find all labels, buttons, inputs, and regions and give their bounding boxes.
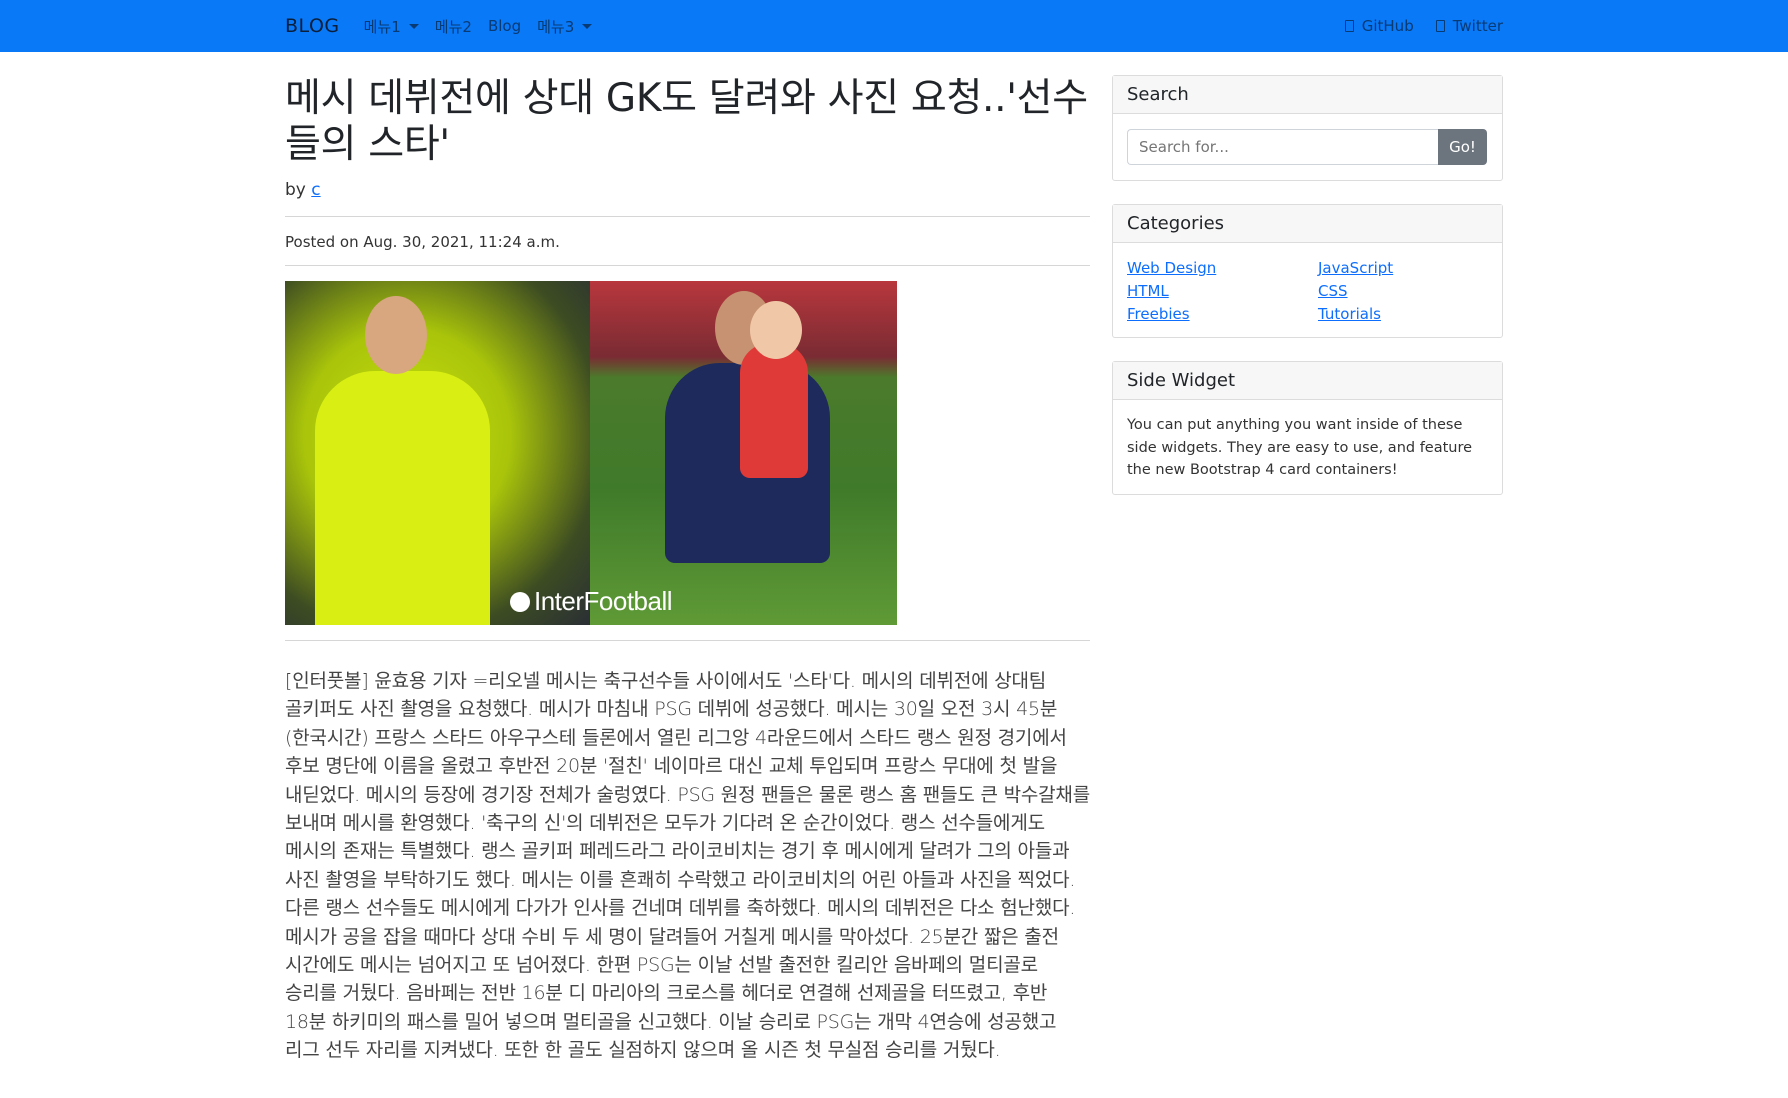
categories-card-header: Categories bbox=[1113, 205, 1502, 243]
nav-menu3-label: 메뉴3 bbox=[537, 17, 575, 36]
child-body bbox=[740, 343, 808, 478]
categories-card: Categories Web Design JavaScript HTML CS… bbox=[1112, 204, 1503, 338]
divider bbox=[285, 640, 1090, 641]
side-widget-card: Side Widget You can put anything you wan… bbox=[1112, 361, 1503, 495]
brand-link[interactable]: BLOG bbox=[285, 15, 340, 37]
search-group: Go! bbox=[1127, 129, 1488, 165]
categories-list: Web Design JavaScript HTML CSS Freebies … bbox=[1127, 258, 1488, 324]
post-title: 메시 데뷔전에 상대 GK도 달려와 사진 요청..'선수들의 스타' bbox=[285, 76, 1088, 167]
navbar-right: GitHub Twitter bbox=[1323, 17, 1503, 35]
interfootball-logo-icon bbox=[510, 592, 530, 612]
messi-photo bbox=[590, 281, 897, 625]
twitter-icon bbox=[1435, 20, 1445, 32]
side-widget-text: You can put anything you want inside of … bbox=[1127, 417, 1473, 478]
divider bbox=[285, 216, 1090, 217]
github-icon bbox=[1344, 20, 1354, 32]
child-head bbox=[750, 301, 802, 359]
nav-twitter-label: Twitter bbox=[1452, 17, 1503, 35]
nav-blog-link[interactable]: Blog bbox=[488, 17, 521, 35]
nav-twitter-link[interactable]: Twitter bbox=[1435, 17, 1503, 35]
byline-prefix: by bbox=[285, 180, 306, 200]
nav-menu1-label: 메뉴1 bbox=[363, 17, 401, 36]
navbar-container: BLOG 메뉴1 메뉴2 Blog 메뉴3 GitHub Twitter bbox=[285, 0, 1503, 52]
nav-github-link[interactable]: GitHub bbox=[1344, 17, 1414, 35]
goalkeeper-jersey bbox=[315, 371, 490, 625]
goalkeeper-head bbox=[365, 296, 427, 374]
category-link-tutorials[interactable]: Tutorials bbox=[1318, 304, 1498, 324]
search-card-body: Go! bbox=[1113, 114, 1502, 180]
side-widget-body: You can put anything you want inside of … bbox=[1113, 400, 1502, 494]
watermark-text: InterFootball bbox=[534, 586, 673, 616]
chevron-down-icon bbox=[582, 23, 593, 29]
search-input[interactable] bbox=[1127, 129, 1438, 165]
post-body: [인터풋볼] 윤효용 기자 =리오넬 메시는 축구선수들 사이에서도 '스타'다… bbox=[285, 670, 1090, 1062]
category-link-javascript[interactable]: JavaScript bbox=[1318, 258, 1498, 278]
author-link[interactable]: c bbox=[311, 180, 320, 200]
category-link-web-design[interactable]: Web Design bbox=[1127, 258, 1318, 278]
nav-menu1-dropdown[interactable]: 메뉴1 bbox=[364, 16, 419, 37]
post-byline: by c bbox=[285, 180, 1090, 200]
chevron-down-icon bbox=[408, 23, 419, 29]
search-card-header: Search bbox=[1113, 76, 1502, 114]
post-date: Posted on Aug. 30, 2021, 11:24 a.m. bbox=[285, 233, 560, 251]
post-main: 메시 데뷔전에 상대 GK도 달려와 사진 요청..'선수들의 스타' by c… bbox=[285, 52, 1090, 1065]
categories-card-body: Web Design JavaScript HTML CSS Freebies … bbox=[1113, 243, 1502, 337]
category-link-freebies[interactable]: Freebies bbox=[1127, 304, 1318, 324]
nav-menu2-link[interactable]: 메뉴2 bbox=[435, 16, 472, 37]
navbar-left: BLOG 메뉴1 메뉴2 Blog 메뉴3 bbox=[285, 15, 608, 37]
category-link-css[interactable]: CSS bbox=[1318, 281, 1498, 301]
category-link-html[interactable]: HTML bbox=[1127, 281, 1318, 301]
nav-menu3-dropdown[interactable]: 메뉴3 bbox=[537, 16, 593, 37]
divider bbox=[285, 265, 1090, 266]
search-card: Search Go! bbox=[1112, 75, 1503, 181]
top-navbar: BLOG 메뉴1 메뉴2 Blog 메뉴3 GitHub Twitter bbox=[0, 0, 1788, 52]
post-image: InterFootball bbox=[285, 281, 897, 625]
search-go-button[interactable]: Go! bbox=[1438, 129, 1487, 165]
nav-github-label: GitHub bbox=[1361, 17, 1414, 35]
side-widget-header: Side Widget bbox=[1113, 362, 1502, 400]
sidebar: Search Go! Categories Web Design JavaScr… bbox=[1112, 75, 1503, 518]
goalkeeper-photo bbox=[285, 281, 590, 625]
image-watermark: InterFootball bbox=[510, 586, 673, 617]
